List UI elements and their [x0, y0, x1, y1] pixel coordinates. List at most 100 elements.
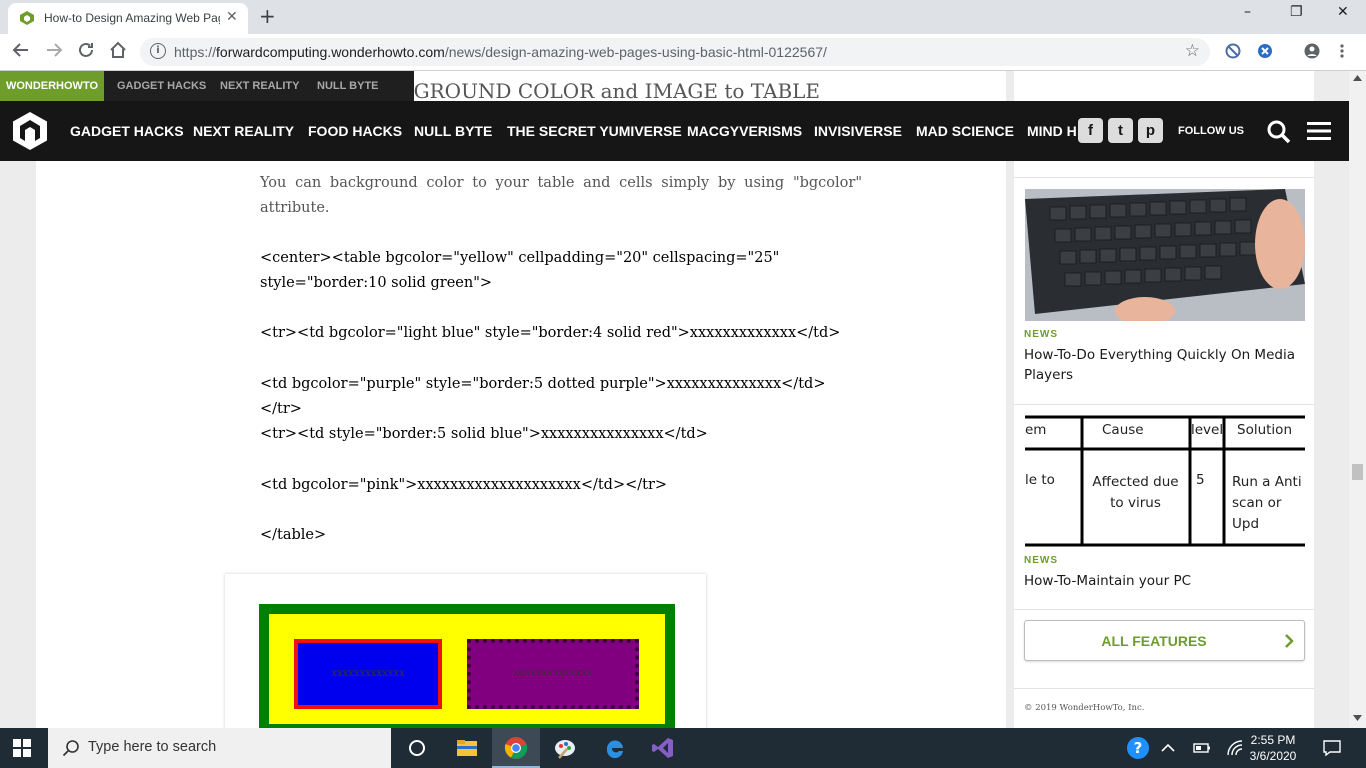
- chrome-icon: [504, 737, 528, 759]
- forward-arrow-icon[interactable]: [45, 41, 63, 59]
- demo-cell-purple: xxxxxxxxxxxxxx: [467, 639, 639, 709]
- nav-link[interactable]: THE SECRET YUMIVERSE: [507, 101, 682, 161]
- facebook-icon[interactable]: f: [1078, 118, 1103, 143]
- adblock-extension-icon[interactable]: [1225, 43, 1241, 59]
- sidebar: NEWS How-To-Do Everything Quickly On Med…: [1014, 71, 1314, 728]
- code-line: </table>: [260, 527, 327, 543]
- url-host: forwardcomputing.wonderhowto.com: [216, 44, 445, 60]
- scroll-thumb[interactable]: [1352, 464, 1363, 480]
- windows-taskbar: Type here to search ? 2:55 PM 3/6/2020: [0, 728, 1366, 768]
- profile-avatar-icon[interactable]: [1304, 43, 1320, 59]
- page-scrollbar[interactable]: [1349, 71, 1366, 728]
- web-page: ADDING BACKGROUND COLOR and IMAGE to TAB…: [0, 71, 1349, 728]
- card-title-link[interactable]: How-To-Maintain your PC: [1024, 571, 1304, 591]
- url-text[interactable]: https://forwardcomputing.wonderhowto.com…: [174, 44, 827, 60]
- nav-link[interactable]: MAD SCIENCE: [916, 101, 1014, 161]
- main-navigation: GADGET HACKS NEXT REALITY FOOD HACKS NUL…: [0, 101, 1349, 161]
- svg-text:?: ?: [1134, 739, 1143, 757]
- task-view-icon[interactable]: [405, 736, 429, 760]
- address-bar[interactable]: i https://forwardcomputing.wonderhowto.c…: [140, 38, 1210, 66]
- news-tag: NEWS: [1024, 555, 1058, 566]
- restore-button[interactable]: ❐: [1290, 4, 1303, 20]
- back-arrow-icon[interactable]: [12, 41, 30, 59]
- table-header-cell: level: [1191, 422, 1224, 438]
- table-header-cell: Cause: [1102, 422, 1144, 438]
- table-data-cell: Run a Anti scan or Upd: [1232, 474, 1302, 532]
- browser-menu-icon[interactable]: [1336, 43, 1348, 59]
- keyboard-thumbnail[interactable]: [1025, 189, 1305, 321]
- system-clock[interactable]: 2:55 PM 3/6/2020: [1248, 732, 1298, 764]
- twitter-icon[interactable]: t: [1108, 118, 1133, 143]
- taskbar-search-box[interactable]: Type here to search: [48, 728, 391, 768]
- network-link[interactable]: GADGET HACKS: [117, 71, 206, 101]
- nav-link[interactable]: NULL BYTE: [414, 101, 492, 161]
- scroll-up-arrow-icon[interactable]: [1353, 75, 1362, 81]
- demo-cell-blue: xxxxxxxxxxxxx: [294, 639, 442, 709]
- wonderhowto-logo-icon[interactable]: [10, 111, 50, 151]
- nav-link[interactable]: NEXT REALITY: [193, 101, 294, 161]
- divider: [1014, 688, 1314, 689]
- code-line: <td bgcolor="purple" style="border:5 dot…: [260, 376, 826, 417]
- nav-link[interactable]: FOOD HACKS: [308, 101, 402, 161]
- visual-studio-icon[interactable]: [651, 736, 675, 760]
- nav-link[interactable]: GADGET HACKS: [70, 101, 184, 161]
- close-window-button[interactable]: ✕: [1337, 4, 1349, 20]
- chrome-taskbar-item[interactable]: [492, 728, 540, 768]
- pinterest-icon[interactable]: p: [1138, 118, 1163, 143]
- table-header-cell: em: [1025, 422, 1047, 438]
- tab-close-icon[interactable]: ✕: [226, 9, 238, 25]
- browser-tab[interactable]: How-to Design Amazing Web Pages Using Ba…: [8, 3, 248, 34]
- card-title-link[interactable]: How-To-Do Everything Quickly On Media Pl…: [1024, 345, 1304, 385]
- tab-title: How-to Design Amazing Web Pages Using Ba…: [44, 11, 220, 25]
- file-explorer-icon[interactable]: [455, 736, 479, 760]
- search-placeholder: Type here to search: [88, 739, 217, 755]
- minimize-button[interactable]: –: [1244, 4, 1251, 20]
- pc-table-thumbnail[interactable]: em Cause level Solution le to Affected d…: [1025, 414, 1305, 549]
- search-icon[interactable]: [1266, 119, 1292, 145]
- battery-icon[interactable]: [1193, 740, 1211, 756]
- code-line: <td bgcolor="pink">xxxxxxxxxxxxxxxxxxxx<…: [260, 477, 668, 493]
- bookmark-star-icon[interactable]: ☆: [1185, 41, 1200, 61]
- extension-icon[interactable]: [1257, 43, 1273, 59]
- keyboard-image: [1025, 189, 1305, 321]
- chevron-right-icon: [1285, 634, 1294, 648]
- table-header-cell: Solution: [1237, 422, 1292, 438]
- network-bar: WONDERHOWTO GADGET HACKS NEXT REALITY NU…: [0, 71, 1349, 101]
- help-icon[interactable]: ?: [1126, 736, 1150, 760]
- scroll-down-arrow-icon[interactable]: [1353, 715, 1362, 721]
- network-link[interactable]: NEXT REALITY: [220, 71, 299, 101]
- wifi-icon[interactable]: [1226, 740, 1244, 756]
- network-link[interactable]: NULL BYTE: [317, 71, 379, 101]
- search-icon: [62, 740, 79, 757]
- demo-table: xxxxxxxxxxxxx xxxxxxxxxxxxxx: [259, 604, 675, 728]
- copyright-text: © 2019 WonderHowTo, Inc.: [1024, 703, 1145, 713]
- url-path: /news/design-amazing-web-pages-using-bas…: [444, 44, 827, 60]
- code-line: <center><table bgcolor="yellow" cellpadd…: [260, 250, 780, 291]
- notification-center-icon[interactable]: [1323, 739, 1341, 757]
- new-tab-button[interactable]: +: [259, 4, 276, 28]
- follow-us-label: FOLLOW US: [1178, 125, 1244, 137]
- chevron-up-icon[interactable]: [1160, 740, 1176, 756]
- news-tag: NEWS: [1024, 329, 1058, 340]
- clock-date: 3/6/2020: [1249, 749, 1297, 763]
- nav-link[interactable]: MIND H: [1027, 101, 1077, 161]
- home-icon[interactable]: [109, 41, 127, 59]
- nav-link[interactable]: MACGYVERISMS: [687, 101, 802, 161]
- browser-toolbar: i https://forwardcomputing.wonderhowto.c…: [0, 34, 1366, 71]
- clock-time: 2:55 PM: [1250, 733, 1296, 747]
- divider: [1014, 404, 1314, 405]
- reload-icon[interactable]: [77, 41, 95, 59]
- nav-link[interactable]: INVISIVERSE: [814, 101, 902, 161]
- all-features-button[interactable]: ALL FEATURES: [1024, 620, 1305, 661]
- wonderhowto-favicon-icon: [20, 11, 34, 25]
- brand-link[interactable]: WONDERHOWTO: [0, 71, 104, 101]
- all-features-label: ALL FEATURES: [1101, 633, 1207, 649]
- site-info-icon[interactable]: i: [150, 43, 166, 59]
- table-data-cell: Affected due to virus: [1092, 474, 1179, 511]
- edge-icon[interactable]: [603, 736, 627, 760]
- hamburger-menu-icon[interactable]: [1307, 121, 1331, 141]
- windows-start-icon[interactable]: [13, 739, 31, 757]
- paint-icon[interactable]: [553, 736, 577, 760]
- tab-strip: How-to Design Amazing Web Pages Using Ba…: [0, 0, 1366, 34]
- network-links: GADGET HACKS NEXT REALITY NULL BYTE: [104, 71, 414, 101]
